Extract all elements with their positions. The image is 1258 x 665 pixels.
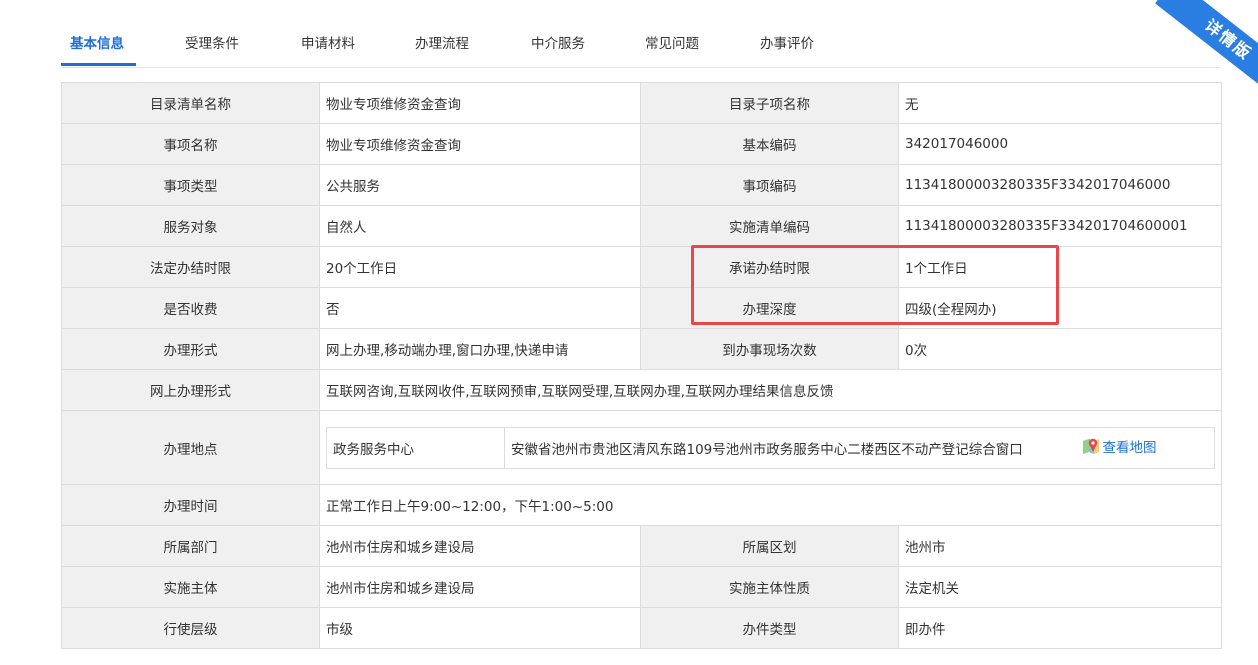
value-region: 池州市	[898, 525, 1222, 567]
view-map-label: 查看地图	[1102, 439, 1157, 456]
label-service-target: 服务对象	[61, 205, 320, 247]
tab-faq[interactable]: 常见问题	[645, 32, 699, 52]
tab-acceptance-conditions[interactable]: 受理条件	[185, 32, 239, 52]
tab-bar: 基本信息 受理条件 申请材料 办理流程 中介服务 常见问题 办事评价	[61, 0, 1221, 68]
label-basic-code: 基本编码	[640, 123, 899, 165]
label-online-form: 网上办理形式	[61, 369, 320, 411]
label-implementing-body: 实施主体	[61, 566, 320, 608]
value-onsite-visits: 0次	[898, 328, 1222, 370]
location-row: 政务服务中心 安徽省池州市贵池区清风东路109号池州市政务服务中心二楼西区不动产…	[326, 426, 1215, 469]
map-pin-icon	[1082, 438, 1099, 454]
tab-intermediary-services[interactable]: 中介服务	[531, 32, 585, 52]
label-region: 所属区划	[640, 525, 899, 567]
table-row: 办理地点 政务服务中心 安徽省池州市贵池区清风东路109号池州市政务服务中心二楼…	[61, 410, 1222, 485]
label-body-nature: 实施主体性质	[640, 566, 899, 608]
value-processing-form: 网上办理,移动端办理,窗口办理,快递申请	[319, 328, 641, 370]
value-item-code: 11341800003280335F3342017046000	[898, 164, 1222, 206]
table-row: 行使层级 市级 办件类型 即办件	[61, 607, 1222, 649]
label-processing-depth: 办理深度	[640, 287, 899, 329]
value-body-nature: 法定机关	[898, 566, 1222, 608]
table-row: 目录清单名称 物业专项维修资金查询 目录子项名称 无	[61, 82, 1222, 124]
label-processing-form: 办理形式	[61, 328, 320, 370]
value-catalog-name: 物业专项维修资金查询	[319, 82, 641, 124]
view-map-link[interactable]: 查看地图	[1081, 436, 1157, 456]
label-catalog-subitem: 目录子项名称	[640, 82, 899, 124]
value-department: 池州市住房和城乡建设局	[319, 525, 641, 567]
value-item-type: 公共服务	[319, 164, 641, 206]
label-onsite-visits: 到办事现场次数	[640, 328, 899, 370]
location-address: 安徽省池州市贵池区清风东路109号池州市政务服务中心二楼西区不动产登记综合窗口	[504, 426, 1075, 469]
detail-version-ribbon: 详情版	[1118, 0, 1258, 85]
label-item-name: 事项名称	[61, 123, 320, 165]
table-row: 事项名称 物业专项维修资金查询 基本编码 342017046000	[61, 123, 1222, 165]
map-link-cell: 查看地图	[1074, 426, 1215, 469]
value-basic-code: 342017046000	[898, 123, 1222, 165]
table-row: 实施主体 池州市住房和城乡建设局 实施主体性质 法定机关	[61, 566, 1222, 608]
table-row: 办理时间 正常工作日上午9:00~12:00，下午1:00~5:00	[61, 484, 1222, 526]
label-legal-time-limit: 法定办结时限	[61, 246, 320, 288]
value-implementing-body: 池州市住房和城乡建设局	[319, 566, 641, 608]
label-promised-time-limit: 承诺办结时限	[640, 246, 899, 288]
table-row: 事项类型 公共服务 事项编码 11341800003280335F3342017…	[61, 164, 1222, 206]
value-online-form: 互联网咨询,互联网收件,互联网预审,互联网受理,互联网办理,互联网办理结果信息反…	[319, 369, 1222, 411]
tab-basic-info[interactable]: 基本信息	[70, 32, 124, 52]
table-row: 办理形式 网上办理,移动端办理,窗口办理,快递申请 到办事现场次数 0次	[61, 328, 1222, 370]
value-catalog-subitem: 无	[898, 82, 1222, 124]
value-legal-time-limit: 20个工作日	[319, 246, 641, 288]
label-location: 办理地点	[61, 410, 320, 485]
value-office-hours: 正常工作日上午9:00~12:00，下午1:00~5:00	[319, 484, 1222, 526]
location-table: 政务服务中心 安徽省池州市贵池区清风东路109号池州市政务服务中心二楼西区不动产…	[326, 426, 1215, 469]
label-office-hours: 办理时间	[61, 484, 320, 526]
value-service-target: 自然人	[319, 205, 641, 247]
tab-application-materials[interactable]: 申请材料	[301, 32, 355, 52]
tab-process[interactable]: 办理流程	[415, 32, 469, 52]
value-exercise-level: 市级	[319, 607, 641, 649]
value-fee: 否	[319, 287, 641, 329]
value-processing-depth: 四级(全程网办)	[898, 287, 1222, 329]
table-row: 法定办结时限 20个工作日 承诺办结时限 1个工作日	[61, 246, 1222, 288]
value-promised-time-limit: 1个工作日	[898, 246, 1222, 288]
value-case-type: 即办件	[898, 607, 1222, 649]
label-fee: 是否收费	[61, 287, 320, 329]
label-catalog-name: 目录清单名称	[61, 82, 320, 124]
label-item-code: 事项编码	[640, 164, 899, 206]
location-place: 政务服务中心	[326, 426, 505, 469]
label-exercise-level: 行使层级	[61, 607, 320, 649]
ribbon-label: 详情版	[1155, 0, 1258, 85]
label-item-type: 事项类型	[61, 164, 320, 206]
label-case-type: 办件类型	[640, 607, 899, 649]
label-department: 所属部门	[61, 525, 320, 567]
active-tab-indicator	[61, 63, 136, 66]
location-cell: 政务服务中心 安徽省池州市贵池区清风东路109号池州市政务服务中心二楼西区不动产…	[319, 410, 1222, 485]
tab-evaluation[interactable]: 办事评价	[760, 32, 814, 52]
value-item-name: 物业专项维修资金查询	[319, 123, 641, 165]
value-implementation-code: 11341800003280335F334201704600001	[898, 205, 1222, 247]
table-row: 网上办理形式 互联网咨询,互联网收件,互联网预审,互联网受理,互联网办理,互联网…	[61, 369, 1222, 411]
table-row: 所属部门 池州市住房和城乡建设局 所属区划 池州市	[61, 525, 1222, 567]
basic-info-table: 目录清单名称 物业专项维修资金查询 目录子项名称 无 事项名称 物业专项维修资金…	[61, 82, 1222, 649]
label-implementation-code: 实施清单编码	[640, 205, 899, 247]
table-row: 服务对象 自然人 实施清单编码 11341800003280335F334201…	[61, 205, 1222, 247]
table-row: 是否收费 否 办理深度 四级(全程网办)	[61, 287, 1222, 329]
